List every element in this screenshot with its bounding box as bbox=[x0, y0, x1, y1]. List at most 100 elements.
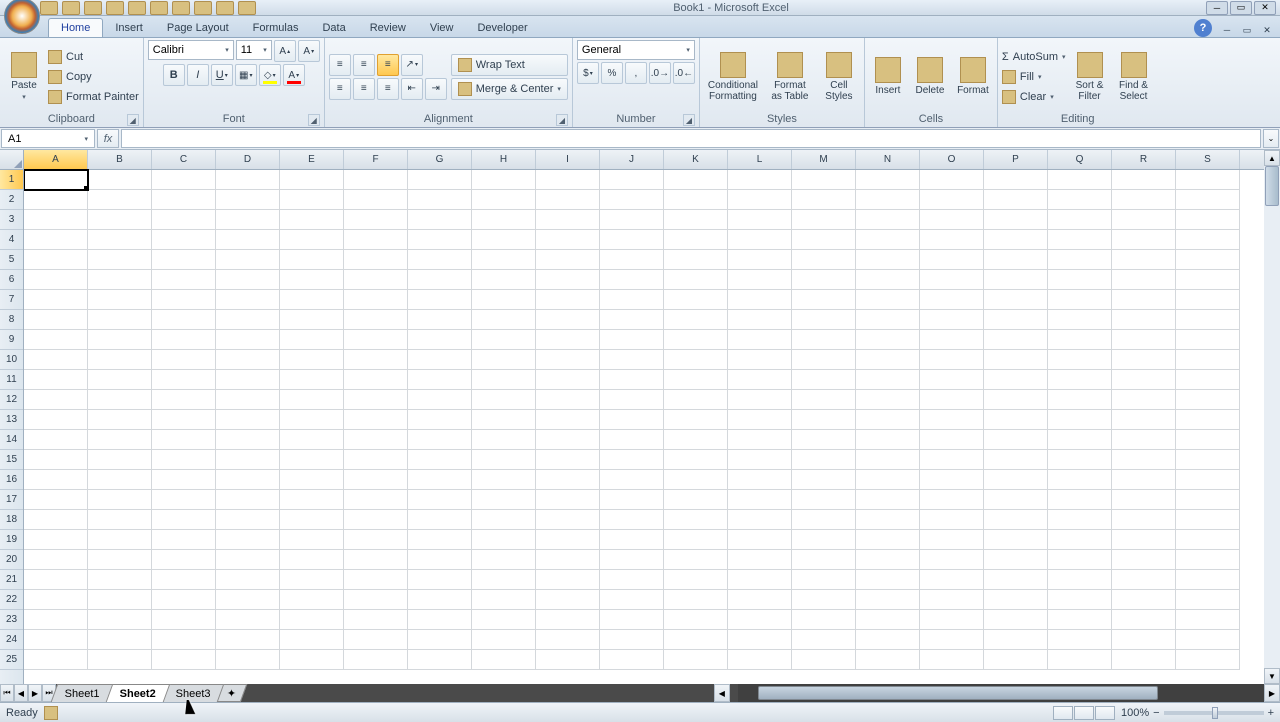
cell[interactable] bbox=[152, 330, 216, 350]
qat-btn[interactable] bbox=[106, 1, 124, 15]
cell[interactable] bbox=[856, 390, 920, 410]
maximize-button[interactable]: ▭ bbox=[1230, 1, 1252, 15]
cell[interactable] bbox=[1048, 170, 1112, 190]
cell[interactable] bbox=[728, 470, 792, 490]
cell[interactable] bbox=[1048, 390, 1112, 410]
cell[interactable] bbox=[152, 470, 216, 490]
cell[interactable] bbox=[88, 270, 152, 290]
cell[interactable] bbox=[88, 350, 152, 370]
cell[interactable] bbox=[408, 370, 472, 390]
cell[interactable] bbox=[792, 530, 856, 550]
cell[interactable] bbox=[728, 450, 792, 470]
increase-font-button[interactable]: A▴ bbox=[274, 40, 296, 62]
cell[interactable] bbox=[536, 190, 600, 210]
cell[interactable] bbox=[24, 170, 88, 190]
cell[interactable] bbox=[1176, 330, 1240, 350]
cell[interactable] bbox=[472, 210, 536, 230]
cell[interactable] bbox=[856, 650, 920, 670]
qat-save-icon[interactable] bbox=[40, 1, 58, 15]
cell[interactable] bbox=[1112, 270, 1176, 290]
cell[interactable] bbox=[792, 390, 856, 410]
column-header[interactable]: R bbox=[1112, 150, 1176, 169]
cell[interactable] bbox=[280, 350, 344, 370]
cell[interactable] bbox=[600, 370, 664, 390]
row-header[interactable]: 8 bbox=[0, 310, 23, 330]
merge-center-button[interactable]: Merge & Center▾ bbox=[451, 78, 568, 100]
cell[interactable] bbox=[536, 210, 600, 230]
cell[interactable] bbox=[408, 530, 472, 550]
cell[interactable] bbox=[1112, 550, 1176, 570]
cell[interactable] bbox=[472, 550, 536, 570]
cell[interactable] bbox=[216, 330, 280, 350]
find-select-button[interactable]: Find & Select bbox=[1114, 44, 1154, 110]
cell[interactable] bbox=[536, 650, 600, 670]
fill-color-button[interactable]: ◇▾ bbox=[259, 64, 281, 86]
column-header[interactable]: N bbox=[856, 150, 920, 169]
cell[interactable] bbox=[536, 590, 600, 610]
cell[interactable] bbox=[664, 390, 728, 410]
cell[interactable] bbox=[472, 430, 536, 450]
cell[interactable] bbox=[408, 350, 472, 370]
tab-review[interactable]: Review bbox=[358, 19, 418, 37]
cell[interactable] bbox=[920, 410, 984, 430]
column-header[interactable]: J bbox=[600, 150, 664, 169]
cell[interactable] bbox=[600, 170, 664, 190]
cell[interactable] bbox=[1176, 570, 1240, 590]
cell[interactable] bbox=[600, 230, 664, 250]
cell[interactable] bbox=[1048, 530, 1112, 550]
cell[interactable] bbox=[728, 610, 792, 630]
cell[interactable] bbox=[536, 490, 600, 510]
qat-undo-icon[interactable] bbox=[62, 1, 80, 15]
cell[interactable] bbox=[600, 270, 664, 290]
hscroll-thumb[interactable] bbox=[758, 686, 1158, 700]
cell[interactable] bbox=[152, 530, 216, 550]
cell[interactable] bbox=[472, 610, 536, 630]
cell[interactable] bbox=[664, 350, 728, 370]
cell[interactable] bbox=[88, 430, 152, 450]
number-launcher[interactable]: ◢ bbox=[683, 114, 695, 126]
cell[interactable] bbox=[792, 570, 856, 590]
cell[interactable] bbox=[856, 530, 920, 550]
cell[interactable] bbox=[344, 230, 408, 250]
cell[interactable] bbox=[152, 190, 216, 210]
cell[interactable] bbox=[536, 350, 600, 370]
cell[interactable] bbox=[344, 330, 408, 350]
cell[interactable] bbox=[536, 430, 600, 450]
cell[interactable] bbox=[88, 210, 152, 230]
row-header[interactable]: 17 bbox=[0, 490, 23, 510]
cell[interactable] bbox=[408, 190, 472, 210]
cell[interactable] bbox=[216, 270, 280, 290]
cell[interactable] bbox=[1176, 650, 1240, 670]
cell[interactable] bbox=[472, 170, 536, 190]
cell[interactable] bbox=[24, 590, 88, 610]
cell[interactable] bbox=[88, 490, 152, 510]
cell[interactable] bbox=[280, 570, 344, 590]
column-header[interactable]: S bbox=[1176, 150, 1240, 169]
cell[interactable] bbox=[984, 330, 1048, 350]
cell[interactable] bbox=[920, 310, 984, 330]
cell[interactable] bbox=[984, 410, 1048, 430]
sheet-first-icon[interactable]: ⏮ bbox=[0, 684, 14, 702]
cell[interactable] bbox=[472, 390, 536, 410]
cell[interactable] bbox=[920, 590, 984, 610]
cell[interactable] bbox=[280, 170, 344, 190]
cell[interactable] bbox=[216, 450, 280, 470]
cell[interactable] bbox=[1048, 510, 1112, 530]
cell[interactable] bbox=[792, 250, 856, 270]
cell[interactable] bbox=[856, 430, 920, 450]
row-header[interactable]: 16 bbox=[0, 470, 23, 490]
cell[interactable] bbox=[728, 370, 792, 390]
column-header[interactable]: A bbox=[24, 150, 88, 169]
cell[interactable] bbox=[920, 250, 984, 270]
cell[interactable] bbox=[728, 410, 792, 430]
cell[interactable] bbox=[344, 530, 408, 550]
cell[interactable] bbox=[408, 650, 472, 670]
cell[interactable] bbox=[88, 170, 152, 190]
align-bottom-button[interactable]: ≡ bbox=[377, 54, 399, 76]
cell[interactable] bbox=[472, 250, 536, 270]
cell[interactable] bbox=[1176, 390, 1240, 410]
row-header[interactable]: 25 bbox=[0, 650, 23, 670]
cell[interactable] bbox=[1176, 590, 1240, 610]
mdi-minimize[interactable]: ─ bbox=[1218, 23, 1236, 37]
cell[interactable] bbox=[344, 270, 408, 290]
